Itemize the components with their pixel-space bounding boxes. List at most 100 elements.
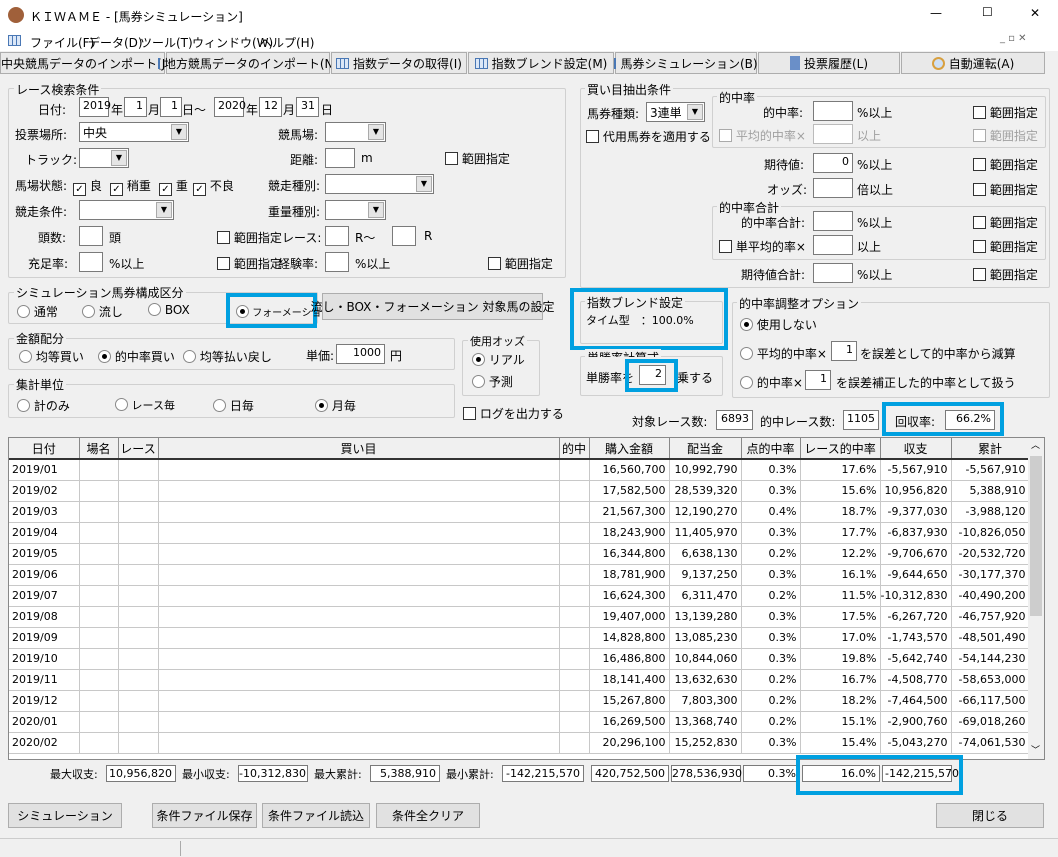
money-equal-radio[interactable]: 均等買い (19, 348, 84, 365)
scroll-down-icon[interactable]: ﹀ (1031, 743, 1040, 756)
money-hitrate-radio[interactable]: 的中率買い (98, 348, 175, 365)
weight-type-select[interactable]: ▼ (325, 200, 386, 220)
single-avg-checkbox[interactable]: 単平均的率× (719, 238, 806, 255)
adjust-none-radio[interactable]: 使用しない (740, 316, 817, 333)
table-row[interactable]: 2020/01 16,269,500 13,368,740 0.2% 15.1% -2,9… (9, 711, 1030, 733)
experience-input[interactable] (325, 252, 349, 272)
log-output-checkbox[interactable]: ログを出力する (463, 405, 564, 422)
bet-type-select[interactable]: 3連単 ▼ (646, 102, 705, 122)
table-row[interactable]: 2019/12 15,267,800 7,803,300 0.2% 18.2% -7,46… (9, 690, 1030, 712)
index-blend-button[interactable]: 指数ブレンド設定(M) (468, 52, 614, 74)
table-row[interactable]: 2019/08 19,407,000 13,139,280 0.3% 17.5% -6,2… (9, 606, 1030, 628)
course-select[interactable]: ▼ (325, 122, 386, 142)
table-row[interactable]: 2019/04 18,243,900 11,405,970 0.3% 17.7% -6,8… (9, 522, 1030, 544)
column-header[interactable]: 点的中率 (741, 438, 801, 460)
column-header[interactable]: 買い目 (158, 438, 560, 460)
close-window-button[interactable]: 閉じる (936, 803, 1044, 828)
hit-rate-range-checkbox[interactable]: 範囲指定 (973, 104, 1038, 121)
close-button[interactable]: ✕ (1030, 6, 1040, 20)
condition-slight-checkbox[interactable]: ✓ 稍重 (110, 177, 151, 196)
table-row[interactable]: 2019/03 21,567,300 12,190,270 0.4% 18.7% -9,3… (9, 501, 1030, 523)
odds-input[interactable] (813, 178, 853, 198)
menu-file[interactable]: ファイル(F) (30, 34, 94, 51)
avg-hit-checkbox[interactable]: 平均的中率× (719, 127, 806, 144)
fill-rate-input[interactable] (79, 252, 103, 272)
condition-bad-checkbox[interactable]: ✓ 不良 (193, 177, 234, 196)
fill-range-checkbox[interactable]: 範囲指定 (217, 255, 282, 272)
distance-input[interactable] (325, 148, 355, 168)
column-header[interactable]: 収支 (880, 438, 952, 460)
vertical-scrollbar[interactable]: ︿ ﹀ (1028, 438, 1044, 759)
column-header[interactable]: 配当金 (669, 438, 742, 460)
single-avg-range-checkbox[interactable]: 範囲指定 (973, 238, 1038, 255)
from-month-input[interactable]: 1 (124, 97, 147, 117)
money-payout-radio[interactable]: 均等払い戻し (183, 348, 272, 365)
substitute-checkbox[interactable]: 代用馬券を適用する (586, 128, 711, 145)
mdi-controls[interactable]: _ ▫ ✕ (1000, 33, 1027, 44)
sim-normal-radio[interactable]: 通常 (17, 303, 58, 320)
condition-heavy-checkbox[interactable]: ✓ 重 (159, 177, 188, 196)
column-header[interactable]: 購入金額 (589, 438, 670, 460)
to-year-input[interactable]: 2020 (214, 97, 246, 117)
simulate-button[interactable]: シミュレーション (8, 803, 122, 828)
experience-range-checkbox[interactable]: 範囲指定 (488, 255, 553, 272)
odds-range-checkbox[interactable]: 範囲指定 (973, 181, 1038, 198)
menu-data[interactable]: データ(D) (88, 34, 143, 51)
avg-hit-input[interactable] (813, 124, 853, 144)
from-day-input[interactable]: 1 (160, 97, 182, 117)
track-select[interactable]: ▼ (79, 148, 129, 168)
menu-tools[interactable]: ツール(T) (140, 34, 193, 51)
table-row[interactable]: 2019/02 17,582,500 28,539,320 0.3% 15.6% 10,9… (9, 480, 1030, 502)
from-year-input[interactable]: 2019 (79, 97, 111, 117)
get-index-button[interactable]: 指数データの取得(I) (331, 52, 467, 74)
race-type-select[interactable]: ▼ (325, 174, 434, 194)
odds-predict-radio[interactable]: 予測 (472, 373, 513, 390)
vote-history-button[interactable]: 投票履歴(L) (758, 52, 900, 74)
column-header[interactable]: 累計 (951, 438, 1030, 460)
to-month-input[interactable]: 12 (259, 97, 282, 117)
hit-rate-input[interactable] (813, 101, 853, 121)
clear-conditions-button[interactable]: 条件全クリア (376, 803, 480, 828)
sim-box-radio[interactable]: BOX (148, 303, 190, 317)
minimize-button[interactable]: — (930, 6, 942, 20)
to-day-input[interactable]: 31 (296, 97, 319, 117)
table-row[interactable]: 2019/05 16,344,800 6,638,130 0.2% 12.2% -9,70… (9, 543, 1030, 565)
table-row[interactable]: 2019/09 14,828,800 13,085,230 0.3% 17.0% -1,7… (9, 627, 1030, 649)
single-avg-input[interactable] (813, 235, 853, 255)
heads-input[interactable] (79, 226, 103, 246)
avg-hit-range-checkbox[interactable]: 範囲指定 (973, 127, 1038, 144)
agg-month-radio[interactable]: 月毎 (315, 397, 356, 414)
menu-help[interactable]: ヘルプ(H) (260, 34, 314, 51)
condition-good-checkbox[interactable]: ✓ 良 (73, 177, 102, 196)
table-row[interactable]: 2019/07 16,624,300 6,311,470 0.2% 11.5% -10,3… (9, 585, 1030, 607)
agg-total-radio[interactable]: 計のみ (17, 397, 70, 414)
race-to-input[interactable] (392, 226, 416, 246)
sim-nagashi-radio[interactable]: 流し (82, 303, 123, 320)
ev-input[interactable]: 0 (813, 153, 853, 173)
hit-sum-input[interactable] (813, 211, 853, 231)
ev-sum-input[interactable] (813, 263, 853, 283)
agg-race-radio[interactable]: レース毎 (115, 397, 175, 413)
ev-sum-range-checkbox[interactable]: 範囲指定 (973, 266, 1038, 283)
bet-simulation-button[interactable]: 馬券シミュレーション(B) (614, 52, 758, 74)
hit-sum-range-checkbox[interactable]: 範囲指定 (973, 214, 1038, 231)
target-horse-settings-button[interactable]: 流し・BOX・フォーメーション 対象馬の設定 (310, 293, 555, 320)
scroll-up-icon[interactable]: ︿ (1031, 438, 1040, 451)
adjust-correct-input[interactable]: 1 (805, 370, 831, 390)
race-from-input[interactable] (325, 226, 349, 246)
odds-real-radio[interactable]: リアル (472, 351, 525, 368)
import-local-button[interactable]: 地方競馬データのインポート(N) (157, 52, 338, 74)
distance-range-checkbox[interactable]: 範囲指定 (445, 150, 510, 167)
ev-range-checkbox[interactable]: 範囲指定 (973, 156, 1038, 173)
venue-select[interactable]: 中央 ▼ (79, 122, 189, 142)
import-central-button[interactable]: 中央競馬データのインポート(J) (0, 52, 170, 74)
agg-day-radio[interactable]: 日毎 (213, 397, 254, 414)
auto-run-button[interactable]: 自動運転(A) (901, 52, 1045, 74)
table-row[interactable]: 2019/06 18,781,900 9,137,250 0.3% 16.1% -9,64… (9, 564, 1030, 586)
unit-price-input[interactable]: 1000 (336, 344, 385, 364)
save-conditions-button[interactable]: 条件ファイル保存 (152, 803, 257, 828)
race-condition-select[interactable]: ▼ (79, 200, 174, 220)
scrollbar-thumb[interactable] (1030, 456, 1042, 616)
heads-range-checkbox[interactable]: 範囲指定 (217, 229, 282, 246)
table-row[interactable]: 2019/11 18,141,400 13,632,630 0.2% 16.7% -4,5… (9, 669, 1030, 691)
